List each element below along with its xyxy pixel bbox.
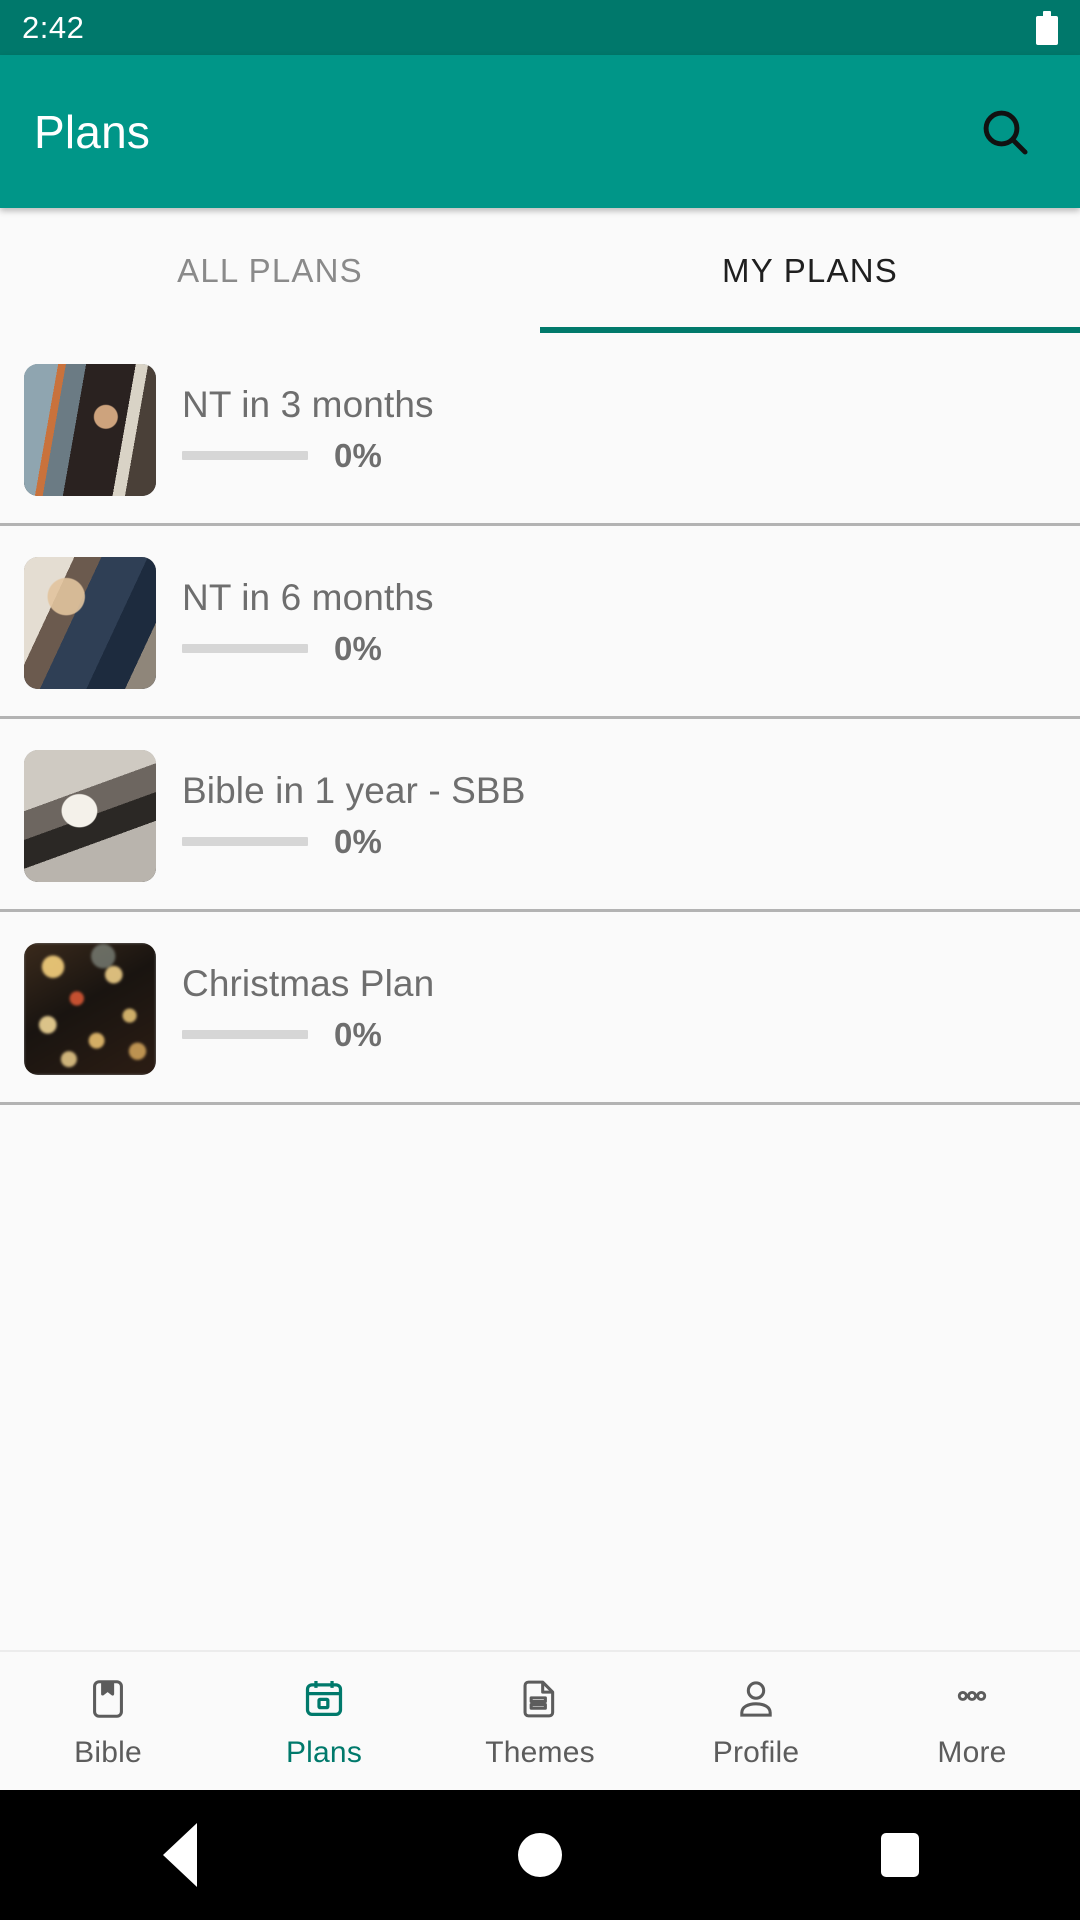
nav-item-themes[interactable]: Themes: [432, 1673, 648, 1770]
home-circle-icon: [518, 1833, 562, 1877]
progress-bar: [182, 1030, 308, 1040]
progress-percent: 0%: [334, 1015, 383, 1053]
plan-list: NT in 3 months 0% NT in 6 months 0% Bibl…: [0, 333, 1080, 1650]
plan-info: NT in 6 months 0%: [182, 577, 434, 668]
plan-thumbnail: [24, 363, 156, 496]
progress-percent: 0%: [334, 629, 383, 667]
progress-bar: [182, 451, 308, 461]
status-bar: 2:42: [0, 0, 1080, 55]
plan-info: NT in 3 months 0%: [182, 384, 434, 475]
search-icon: [977, 104, 1033, 160]
nav-label-more: More: [937, 1735, 1007, 1769]
search-button[interactable]: [970, 97, 1040, 167]
plan-title: NT in 6 months: [182, 577, 434, 619]
book-bookmark-icon: [85, 1673, 131, 1725]
tab-all-plans-label: ALL PLANS: [177, 251, 363, 289]
person-icon: [733, 1673, 779, 1725]
tab-all-plans[interactable]: ALL PLANS: [0, 208, 540, 333]
progress-bar: [182, 837, 308, 847]
plan-title: NT in 3 months: [182, 384, 434, 426]
status-icons: [1036, 10, 1058, 45]
page-title: Plans: [34, 105, 151, 158]
android-home-button[interactable]: [480, 1795, 600, 1915]
plan-progress: 0%: [182, 630, 434, 668]
app-root: 2:42 Plans ALL PLANS MY PLANS NT in 3 mo…: [0, 0, 1080, 1920]
plan-thumbnail: [24, 942, 156, 1075]
plan-progress: 0%: [182, 1016, 434, 1054]
battery-full-icon: [1036, 10, 1058, 45]
plan-info: Christmas Plan 0%: [182, 963, 434, 1054]
three-dots-icon: [949, 1673, 995, 1725]
back-triangle-icon: [163, 1823, 197, 1887]
android-back-button[interactable]: [120, 1795, 240, 1915]
progress-percent: 0%: [334, 822, 383, 860]
plan-progress: 0%: [182, 823, 525, 861]
progress-bar: [182, 644, 308, 654]
nav-label-bible: Bible: [74, 1735, 142, 1769]
calendar-icon: [301, 1673, 347, 1725]
nav-label-profile: Profile: [712, 1735, 800, 1769]
progress-percent: 0%: [334, 436, 383, 474]
bottom-navigation: Bible Plans Themes Profile More: [0, 1650, 1080, 1790]
android-recents-button[interactable]: [840, 1795, 960, 1915]
app-bar: Plans: [0, 55, 1080, 208]
plan-thumbnail: [24, 749, 156, 882]
android-system-nav: [0, 1790, 1080, 1920]
plan-thumbnail: [24, 556, 156, 689]
nav-label-plans: Plans: [285, 1735, 363, 1769]
plan-list-item[interactable]: Bible in 1 year - SBB 0%: [0, 719, 1080, 912]
nav-item-profile[interactable]: Profile: [648, 1673, 864, 1770]
nav-item-plans[interactable]: Plans: [216, 1673, 432, 1770]
plan-title: Bible in 1 year - SBB: [182, 770, 526, 812]
plan-info: Bible in 1 year - SBB 0%: [182, 770, 525, 861]
plan-title: Christmas Plan: [182, 963, 435, 1005]
nav-item-bible[interactable]: Bible: [0, 1673, 216, 1770]
tab-my-plans-label: MY PLANS: [722, 251, 898, 289]
plan-progress: 0%: [182, 437, 434, 475]
plan-list-item[interactable]: Christmas Plan 0%: [0, 912, 1080, 1105]
tab-bar: ALL PLANS MY PLANS: [0, 208, 1080, 333]
tab-my-plans[interactable]: MY PLANS: [540, 208, 1080, 333]
status-clock: 2:42: [22, 10, 85, 45]
recents-square-icon: [881, 1833, 919, 1877]
plan-list-item[interactable]: NT in 3 months 0%: [0, 333, 1080, 526]
nav-label-themes: Themes: [485, 1735, 595, 1769]
nav-item-more[interactable]: More: [864, 1673, 1080, 1770]
document-lines-icon: [517, 1673, 563, 1725]
plan-list-item[interactable]: NT in 6 months 0%: [0, 526, 1080, 719]
